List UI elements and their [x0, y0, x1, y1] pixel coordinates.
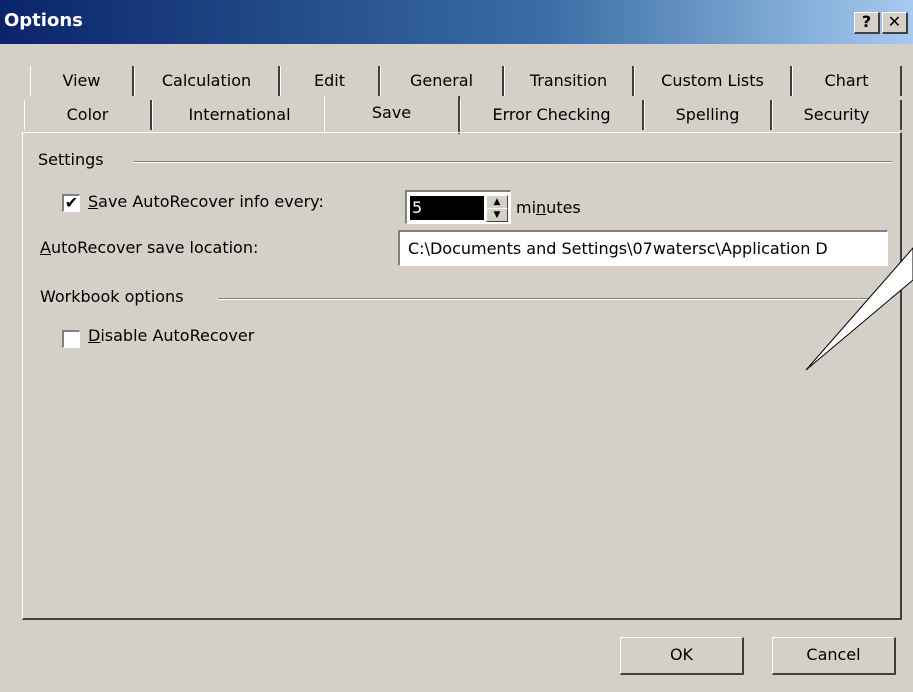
callout-shape — [805, 247, 913, 371]
options-dialog: Options ? ✕ View Calculation Edit Genera… — [0, 0, 913, 692]
callout-pointer — [805, 247, 913, 371]
